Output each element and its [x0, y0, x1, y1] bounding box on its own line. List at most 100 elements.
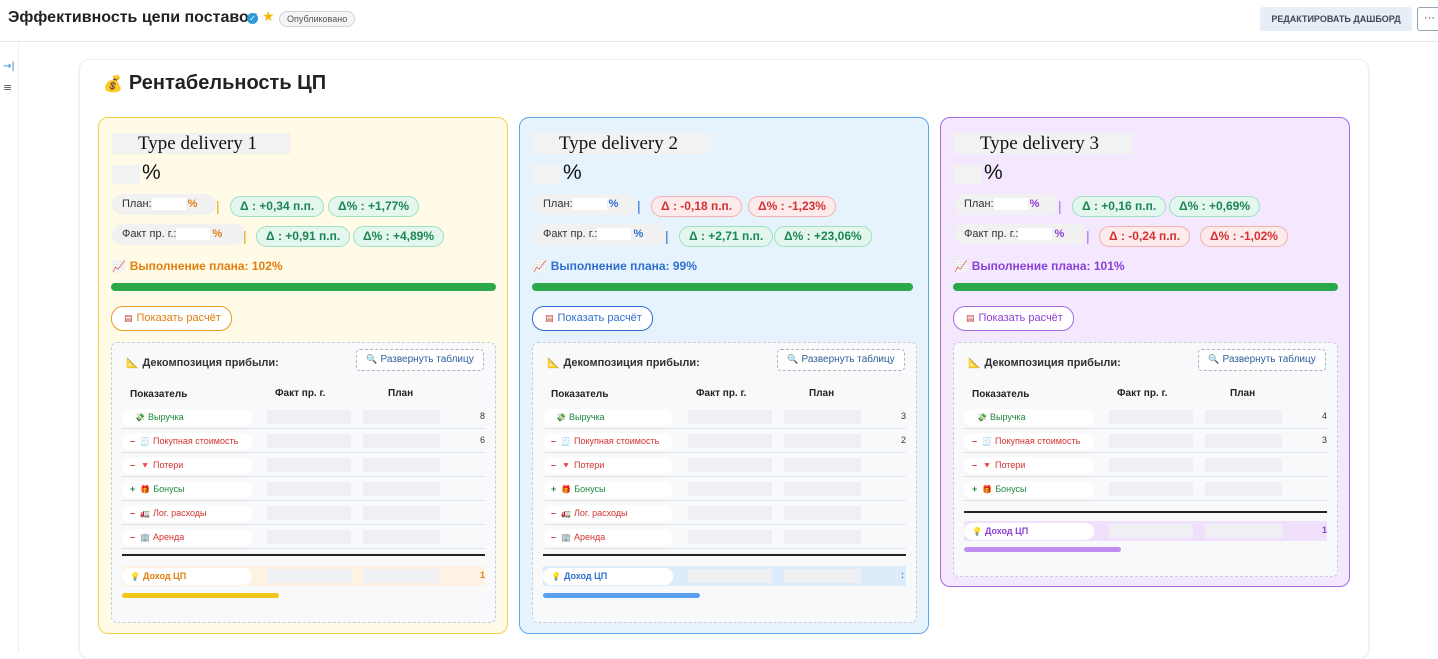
total-divider	[122, 554, 485, 556]
row-label-text: Покупная стоимость	[994, 436, 1081, 446]
plan-cell-redacted	[363, 458, 440, 472]
divider: |	[243, 228, 247, 244]
row-tail-value: 3	[1322, 435, 1328, 445]
profit-decomposition: 📐 Декомпозиция прибыли: 🔍 Развернуть таблиц…	[111, 342, 496, 623]
fact-cell-redacted	[688, 530, 772, 544]
row-sign: –	[130, 460, 136, 470]
fact-delta-pct-badge: Δ% : -1,02%	[1200, 226, 1288, 247]
profit-value-redacted	[954, 165, 982, 184]
redacted-value	[176, 228, 211, 241]
fact-delta-badge: Δ : +2,71 п.п.	[679, 226, 774, 247]
ruler-icon: 📐	[547, 358, 560, 369]
row-label: 💸 Выручка	[964, 409, 1094, 426]
fact-cell-redacted	[267, 458, 351, 472]
divider: |	[637, 198, 641, 214]
decomposition-title-text: Декомпозиция прибыли:	[142, 357, 279, 369]
plan-cell-redacted	[1205, 458, 1282, 472]
fact-label: Факт пр. г.:	[964, 228, 1019, 240]
edit-dashboard-button[interactable]: РЕДАКТИРОВАТЬ ДАШБОРД	[1260, 7, 1412, 31]
fact-cell-redacted	[688, 482, 772, 496]
expand-table-button[interactable]: 🔍 Развернуть таблицу	[1198, 349, 1326, 371]
decomposition-title: 📐 Декомпозиция прибыли:	[547, 357, 700, 369]
calculator-icon: ▤	[966, 314, 975, 324]
plan-cell-redacted	[363, 506, 440, 520]
fact-cell-redacted	[1109, 410, 1193, 424]
expand-sidebar-icon[interactable]: →|	[3, 61, 15, 72]
row-icon: 💸	[977, 413, 987, 422]
plan-cell-redacted	[1205, 434, 1282, 448]
plan-label: План:	[122, 198, 152, 210]
page-title: Эффективность цепи поставок	[8, 9, 257, 26]
column-header-indicator: Показатель	[130, 389, 188, 400]
chart-up-icon: 📈	[954, 260, 968, 273]
row-label: – 🔻 Потери	[543, 457, 673, 474]
fact-cell-redacted	[688, 410, 772, 424]
row-label: – 🚛 Лог. расходы	[543, 505, 673, 522]
plan-delta-badge: Δ : -0,18 п.п.	[651, 196, 743, 217]
card-title: Type delivery 3	[954, 133, 1132, 154]
total-row: 💡 Доход ЦП 1	[964, 521, 1327, 541]
table-row: – 🔻 Потери	[122, 455, 485, 477]
plan-unit: %	[187, 198, 198, 210]
plan-delta-pct-badge: Δ% : +0,69%	[1169, 196, 1260, 217]
row-icon: 💸	[135, 413, 145, 422]
table-row: 💸 Выручка 4	[964, 407, 1327, 429]
plan-cell-redacted	[784, 410, 861, 424]
row-sign: +	[972, 484, 978, 494]
more-options-button[interactable]: ···	[1417, 7, 1438, 31]
total-label-text: Доход ЦП	[984, 526, 1029, 536]
row-sign: –	[551, 436, 557, 446]
row-icon: 💸	[556, 413, 566, 422]
row-icon: 🔻	[561, 461, 571, 470]
show-calculation-label: Показать расчёт	[136, 312, 221, 324]
expand-table-button[interactable]: 🔍 Развернуть таблицу	[777, 349, 905, 371]
show-calculation-label: Показать расчёт	[978, 312, 1063, 324]
show-calculation-button[interactable]: ▤ Показать расчёт	[953, 306, 1074, 331]
total-label: 💡 Доход ЦП	[543, 568, 673, 585]
plan-cell-redacted	[784, 506, 861, 520]
row-sign: –	[551, 532, 557, 542]
table-row: 💸 Выручка 8	[122, 407, 485, 429]
row-label: – 🔻 Потери	[122, 457, 252, 474]
row-tail-value: 3	[901, 411, 907, 421]
plan-cell-redacted	[1205, 524, 1282, 538]
fact-delta-pct-badge: Δ% : +4,89%	[353, 226, 444, 247]
fact-cell-redacted	[688, 569, 772, 583]
fact-cell-redacted	[267, 434, 351, 448]
expand-table-label: Развернуть таблицу	[801, 354, 895, 365]
row-label-text: Потери	[152, 460, 184, 470]
plan-execution-text: Выполнение плана: 102%	[129, 259, 283, 273]
total-bar	[543, 593, 700, 598]
redacted-value	[597, 228, 632, 241]
fact-cell-redacted	[1109, 524, 1193, 538]
row-sign: –	[130, 532, 136, 542]
plan-cell-redacted	[363, 482, 440, 496]
plan-unit: %	[608, 198, 619, 210]
column-header-fact: Факт пр. г.	[1117, 388, 1168, 399]
plan-label: План:	[964, 198, 994, 210]
row-icon: 🎁	[982, 485, 993, 494]
fact-cell-redacted	[688, 434, 772, 448]
decomposition-title: 📐 Декомпозиция прибыли:	[126, 357, 279, 369]
fact-cell-redacted	[688, 506, 772, 520]
row-icon: 🧾	[982, 437, 992, 446]
bulb-icon: 💡	[551, 572, 561, 581]
row-sign: –	[972, 436, 978, 446]
show-calculation-button[interactable]: ▤ Показать расчёт	[532, 306, 653, 331]
delivery-card: Type delivery 3% План:% | Δ : +0,16 п.п. Δ% …	[940, 117, 1350, 587]
show-calculation-button[interactable]: ▤ Показать расчёт	[111, 306, 232, 331]
fact-unit: %	[1054, 228, 1065, 240]
fact-unit: %	[633, 228, 644, 240]
filter-icon[interactable]: ≡	[3, 81, 12, 94]
table-row: + 🎁 Бонусы	[964, 479, 1327, 501]
fact-cell-redacted	[267, 506, 351, 520]
search-icon: 🔍	[366, 355, 378, 365]
row-icon: 🔻	[982, 461, 992, 470]
calculator-icon: ▤	[545, 314, 554, 324]
row-tail-value: 2	[901, 435, 907, 445]
table-row: – 🔻 Потери	[964, 455, 1327, 477]
row-label: + 🎁 Бонусы	[122, 481, 252, 498]
row-icon: 🏢	[140, 533, 150, 542]
favorite-star-icon[interactable]: ★	[262, 9, 275, 25]
expand-table-button[interactable]: 🔍 Развернуть таблицу	[356, 349, 484, 371]
